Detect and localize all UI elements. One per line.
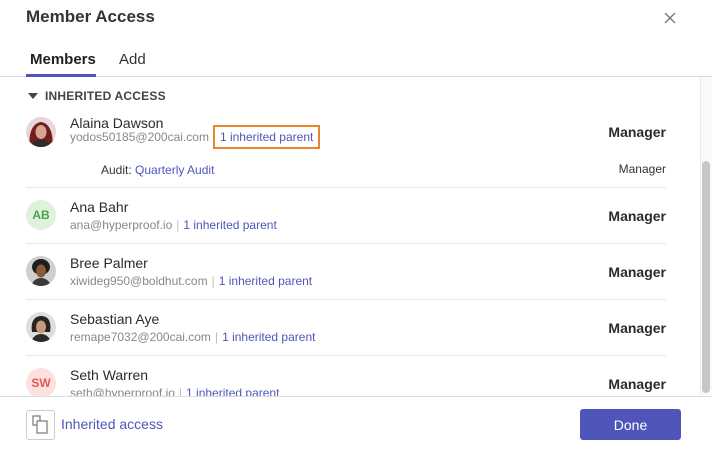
avatar: SW — [26, 368, 56, 396]
audit-role: Manager — [618, 162, 666, 176]
inherited-access-label[interactable]: Inherited access — [61, 416, 163, 432]
inherited-parent-link[interactable]: 1 inherited parent — [222, 330, 315, 344]
audit-line: Audit: Quarterly Audit — [101, 163, 214, 177]
tab-add[interactable]: Add — [119, 51, 146, 68]
member-details: ana@hyperproof.io | 1 inherited parent — [70, 218, 277, 232]
member-email: ana@hyperproof.io — [70, 218, 173, 232]
avatar — [26, 256, 56, 286]
separator: | — [176, 218, 180, 232]
separator: | — [214, 330, 219, 344]
member-role: Manager — [608, 208, 666, 224]
dialog-title: Member Access — [26, 7, 155, 26]
avatar — [26, 117, 56, 147]
member-row: AB Ana Bahr ana@hyperproof.io | 1 inherite… — [26, 188, 666, 244]
member-row: Bree Palmer xiwideg950@boldhut.com | 1 inh… — [26, 244, 666, 300]
member-name: Alaina Dawson — [70, 115, 164, 131]
member-name: Bree Palmer — [70, 255, 148, 271]
member-role: Manager — [608, 376, 666, 392]
avatar-initials: SW — [31, 376, 51, 390]
member-email: xiwideg950@boldhut.com — [70, 274, 208, 288]
member-details: remape7032@200cai.com | 1 inherited parent — [70, 330, 315, 344]
tab-bar: Members Add — [0, 44, 712, 77]
scrollbar-thumb[interactable] — [702, 161, 710, 393]
inherited-parent-link[interactable]: 1 inherited parent — [219, 274, 312, 288]
section-header-inherited-access[interactable]: INHERITED ACCESS — [28, 89, 166, 103]
member-name: Ana Bahr — [70, 199, 129, 215]
inherited-access-icon — [32, 415, 48, 434]
done-button[interactable]: Done — [580, 409, 681, 440]
member-role: Manager — [608, 320, 666, 336]
close-icon[interactable] — [661, 9, 679, 27]
avatar-initials: AB — [32, 208, 50, 222]
separator: | — [178, 386, 183, 396]
member-row: Sebastian Aye remape7032@200cai.com | 1 in… — [26, 300, 666, 356]
member-email: remape7032@200cai.com — [70, 330, 211, 344]
audit-label: Audit: — [101, 163, 132, 177]
dialog-header: Member Access — [0, 0, 712, 40]
member-details: xiwideg950@boldhut.com | 1 inherited paren… — [70, 274, 312, 288]
member-details: yodos50185@200cai.com 1 inherited parent — [70, 125, 321, 149]
tab-members[interactable]: Members — [30, 51, 96, 68]
avatar: AB — [26, 200, 56, 230]
section-label: INHERITED ACCESS — [45, 89, 166, 103]
inherited-parent-link[interactable]: 1 inherited parent — [186, 386, 279, 396]
member-role: Manager — [608, 264, 666, 280]
member-email: seth@hyperproof.io — [70, 386, 175, 396]
member-role: Manager — [608, 124, 666, 140]
avatar — [26, 312, 56, 342]
members-list[interactable]: INHERITED ACCESS Alaina Dawson yodos5018… — [0, 77, 712, 396]
member-email: yodos50185@200cai.com — [70, 130, 209, 144]
separator: | — [211, 274, 215, 288]
caret-down-icon — [28, 93, 38, 99]
inherited-parent-link[interactable]: 1 inherited parent — [212, 125, 321, 149]
member-details: seth@hyperproof.io | 1 inherited parent — [70, 386, 279, 396]
inherited-parent-link[interactable]: 1 inherited parent — [183, 218, 276, 232]
member-row: Alaina Dawson yodos50185@200cai.com 1 inh… — [26, 111, 666, 188]
member-row: SW Seth Warren seth@hyperproof.io | 1 inhe… — [26, 356, 666, 396]
dialog-footer: Inherited access Done — [0, 396, 712, 449]
member-name: Sebastian Aye — [70, 311, 160, 327]
inherited-access-button[interactable] — [26, 410, 55, 440]
member-name: Seth Warren — [70, 367, 149, 383]
audit-link[interactable]: Quarterly Audit — [135, 163, 214, 177]
